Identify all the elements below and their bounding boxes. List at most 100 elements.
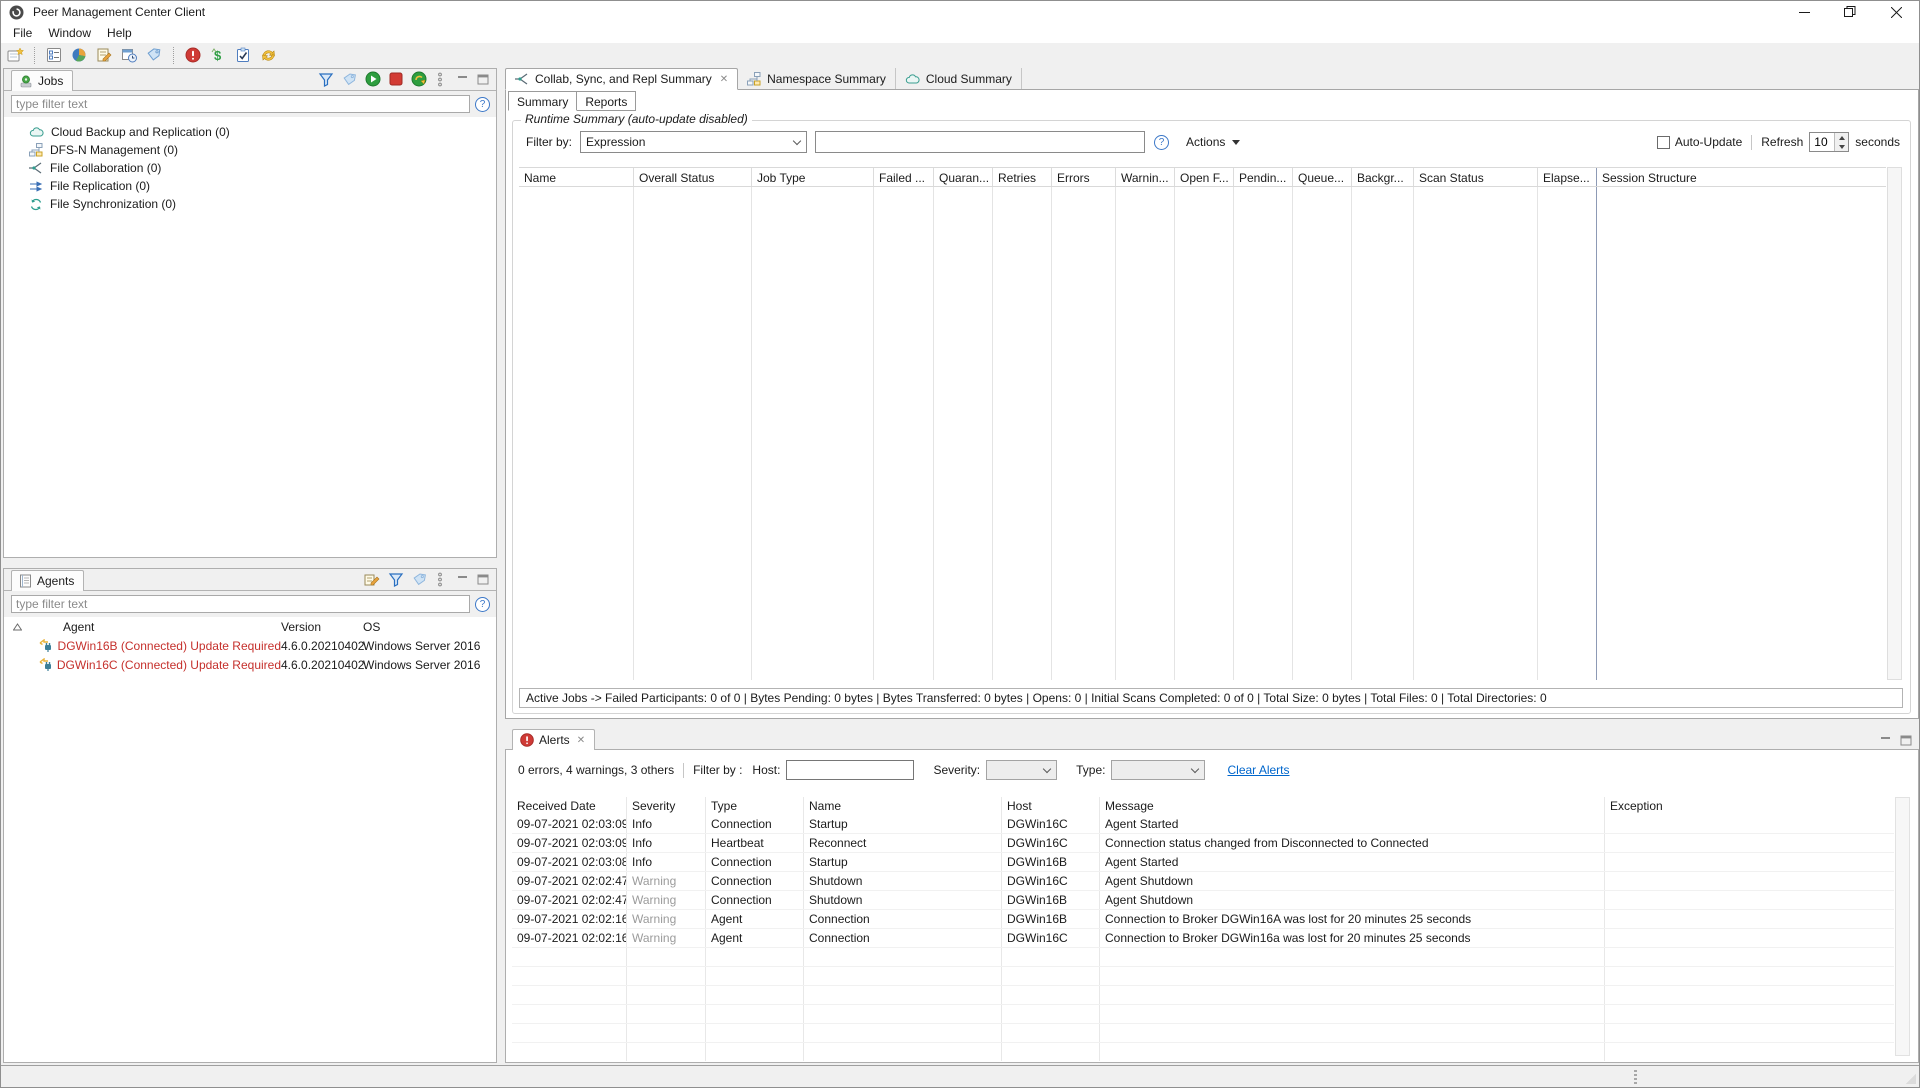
alert-row[interactable]: 09-07-2021 02:02:16Warning AgentConnecti… [512,910,1894,929]
col-pending[interactable]: Pendin... [1234,168,1293,186]
severity-select[interactable] [986,760,1057,780]
col-elapsed[interactable]: Elapse... [1538,168,1597,186]
tab-alerts[interactable]: Alerts ✕ [512,729,595,750]
notes-icon[interactable] [95,46,113,64]
tree-item-cloud-backup[interactable]: Cloud Backup and Replication (0) [4,123,496,141]
tasks-icon[interactable] [234,46,252,64]
restore-window-button[interactable] [1827,1,1873,23]
jobs-filter-input[interactable] [11,95,470,113]
filter-agents-icon[interactable] [388,572,404,587]
tree-item-dfs-n[interactable]: DFS-N Management (0) [4,141,496,159]
agent-row[interactable]: DGWin16B (Connected) Update Required 4.6… [4,636,496,655]
dashboard-icon[interactable] [70,46,88,64]
col-severity[interactable]: Severity [627,797,706,815]
col-message[interactable]: Message [1100,797,1605,815]
agents-filter-input[interactable] [11,595,470,613]
tree-item-file-collaboration[interactable]: File Collaboration (0) [4,159,496,177]
col-received-date[interactable]: Received Date [512,797,627,815]
alert-row[interactable]: 09-07-2021 02:02:16Warning AgentConnecti… [512,929,1894,948]
agents-col-version[interactable]: Version [281,620,363,634]
refresh-interval-spinner[interactable] [1809,132,1849,152]
edit-agent-icon[interactable] [364,572,380,587]
agents-help-icon[interactable]: ? [475,597,490,612]
col-background[interactable]: Backgr... [1352,168,1414,186]
col-overall-status[interactable]: Overall Status [634,168,752,186]
view-menu-icon[interactable] [437,72,443,87]
tag-agents-icon[interactable] [412,572,427,587]
filter-jobs-icon[interactable] [318,72,334,87]
col-open-files[interactable]: Open F... [1175,168,1234,186]
alerts-icon[interactable] [184,46,202,64]
close-window-button[interactable] [1873,1,1919,23]
menu-window[interactable]: Window [40,24,99,42]
show-views-icon[interactable] [45,46,63,64]
refresh-interval-value[interactable] [1810,133,1834,151]
vertical-sash[interactable] [497,68,505,1063]
alert-row[interactable]: 09-07-2021 02:03:08Info ConnectionStartu… [512,853,1894,872]
spinner-down-icon[interactable] [1835,142,1848,151]
host-filter-input[interactable] [786,760,914,780]
close-tab-icon[interactable]: ✕ [720,74,728,85]
tree-item-file-replication[interactable]: File Replication (0) [4,177,496,195]
alert-row[interactable]: 09-07-2021 02:02:47Warning ConnectionShu… [512,891,1894,910]
tree-item-file-synchronization[interactable]: File Synchronization (0) [4,195,496,213]
tab-agents[interactable]: Agents [11,570,84,591]
tags-icon[interactable] [145,46,163,64]
new-job-icon[interactable] [6,46,24,64]
sync-refresh-icon[interactable] [259,46,277,64]
restart-job-icon[interactable] [411,71,427,87]
tab-cloud-summary[interactable]: Cloud Summary [896,68,1022,89]
menu-file[interactable]: File [5,24,40,42]
col-job-type[interactable]: Job Type [752,168,874,186]
auto-update-checkbox[interactable] [1657,136,1670,149]
col-errors[interactable]: Errors [1052,168,1116,186]
jobs-agents-sash[interactable] [3,558,497,568]
close-tab-icon[interactable]: ✕ [577,735,585,746]
maximize-panel-icon[interactable] [477,574,489,585]
alerts-table-scrollbar[interactable] [1895,797,1910,1056]
col-session-structure[interactable]: Session Structure [1597,168,1886,186]
col-queued[interactable]: Queue... [1293,168,1352,186]
filter-help-icon[interactable]: ? [1154,135,1169,150]
col-warnings[interactable]: Warnin... [1116,168,1175,186]
alert-row[interactable]: 09-07-2021 02:03:09Info ConnectionStartu… [512,815,1894,834]
filter-mode-select[interactable]: Expression [580,131,807,153]
job-schedule-icon[interactable] [120,46,138,64]
start-job-icon[interactable] [365,71,381,87]
maximize-panel-icon[interactable] [477,74,489,85]
col-type[interactable]: Type [706,797,804,815]
tab-jobs[interactable]: Jobs [11,70,73,91]
agents-col-os[interactable]: OS [363,620,496,634]
col-failed[interactable]: Failed ... [874,168,934,186]
type-select[interactable] [1111,760,1205,780]
minimize-panel-icon[interactable] [1880,735,1892,746]
sort-indicator-icon[interactable] [4,623,30,631]
clear-alerts-link[interactable]: Clear Alerts [1227,763,1289,777]
col-name[interactable]: Name [519,168,634,186]
spinner-up-icon[interactable] [1835,133,1848,142]
agent-row[interactable]: DGWin16C (Connected) Update Required 4.6… [4,655,496,674]
view-menu-icon[interactable] [437,572,443,587]
tab-collab-sync-repl-summary[interactable]: Collab, Sync, and Repl Summary ✕ [505,68,738,90]
subtab-summary[interactable]: Summary [508,91,577,111]
minimize-window-button[interactable] [1781,1,1827,23]
col-quarantined[interactable]: Quaran... [934,168,993,186]
tab-namespace-summary[interactable]: Namespace Summary [738,68,896,89]
col-scan-status[interactable]: Scan Status [1414,168,1538,186]
col-name[interactable]: Name [804,797,1002,815]
maximize-panel-icon[interactable] [1900,735,1912,746]
col-exception[interactable]: Exception [1605,797,1894,815]
alert-row[interactable]: 09-07-2021 02:03:09Info HeartbeatReconne… [512,834,1894,853]
jobs-help-icon[interactable]: ? [475,97,490,112]
actions-dropdown-arrow-icon[interactable] [1232,140,1240,145]
alert-row[interactable]: 09-07-2021 02:02:47Warning ConnectionShu… [512,872,1894,891]
status-bar-grip[interactable] [1634,1070,1637,1084]
minimize-panel-icon[interactable] [457,74,469,85]
window-resize-grip[interactable] [1906,1074,1916,1084]
editor-alerts-sash[interactable] [505,719,1919,728]
stop-job-icon[interactable] [389,72,403,86]
agents-col-agent[interactable]: Agent [30,620,281,634]
tag-jobs-icon[interactable] [342,72,357,87]
col-retries[interactable]: Retries [993,168,1052,186]
actions-menu-button[interactable]: Actions [1186,135,1225,149]
